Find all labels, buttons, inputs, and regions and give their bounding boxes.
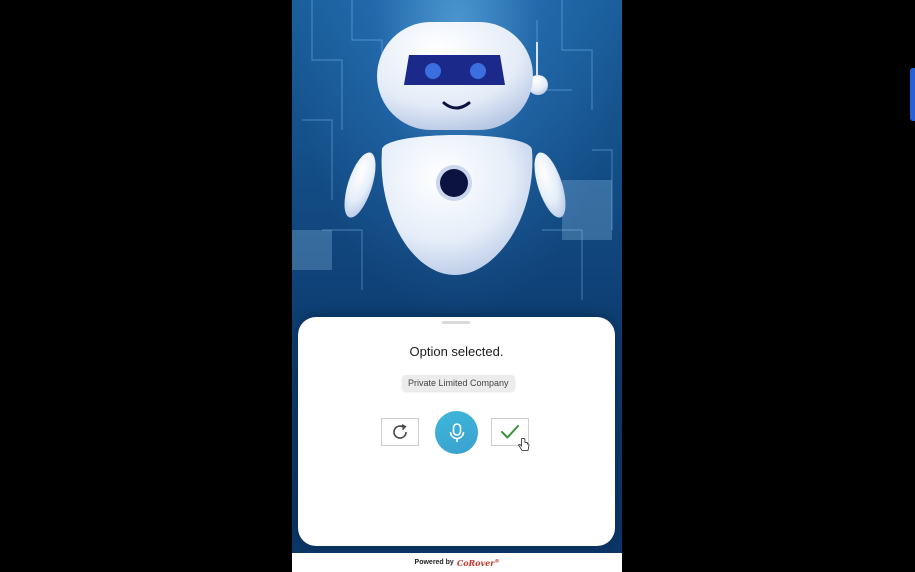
footer-label: Powered by xyxy=(414,559,454,566)
footer-brand-logo[interactable]: CoRover® xyxy=(457,558,500,568)
response-sheet: Option selected. Private Limited Company xyxy=(298,317,615,546)
status-message: Option selected. xyxy=(409,344,504,359)
selected-option-chip[interactable]: Private Limited Company xyxy=(402,375,515,391)
microphone-button[interactable] xyxy=(435,411,478,454)
side-panel-tab[interactable] xyxy=(910,68,915,121)
sheet-drag-handle[interactable] xyxy=(442,321,470,324)
powered-by-footer: Powered by CoRover® xyxy=(292,553,622,572)
microphone-icon xyxy=(449,422,464,442)
refresh-icon xyxy=(393,424,407,439)
robot-right-eye xyxy=(470,63,486,79)
retry-button[interactable] xyxy=(381,418,419,446)
robot-left-arm xyxy=(344,152,376,218)
hand-cursor-icon xyxy=(518,438,530,451)
robot-mascot xyxy=(344,22,566,275)
robot-left-eye xyxy=(425,63,441,79)
robot-visor xyxy=(404,55,505,85)
checkmark-icon xyxy=(501,425,519,439)
robot-right-arm xyxy=(534,152,566,218)
robot-body xyxy=(381,135,533,275)
chatbot-app: Option selected. Private Limited Company xyxy=(292,0,622,572)
